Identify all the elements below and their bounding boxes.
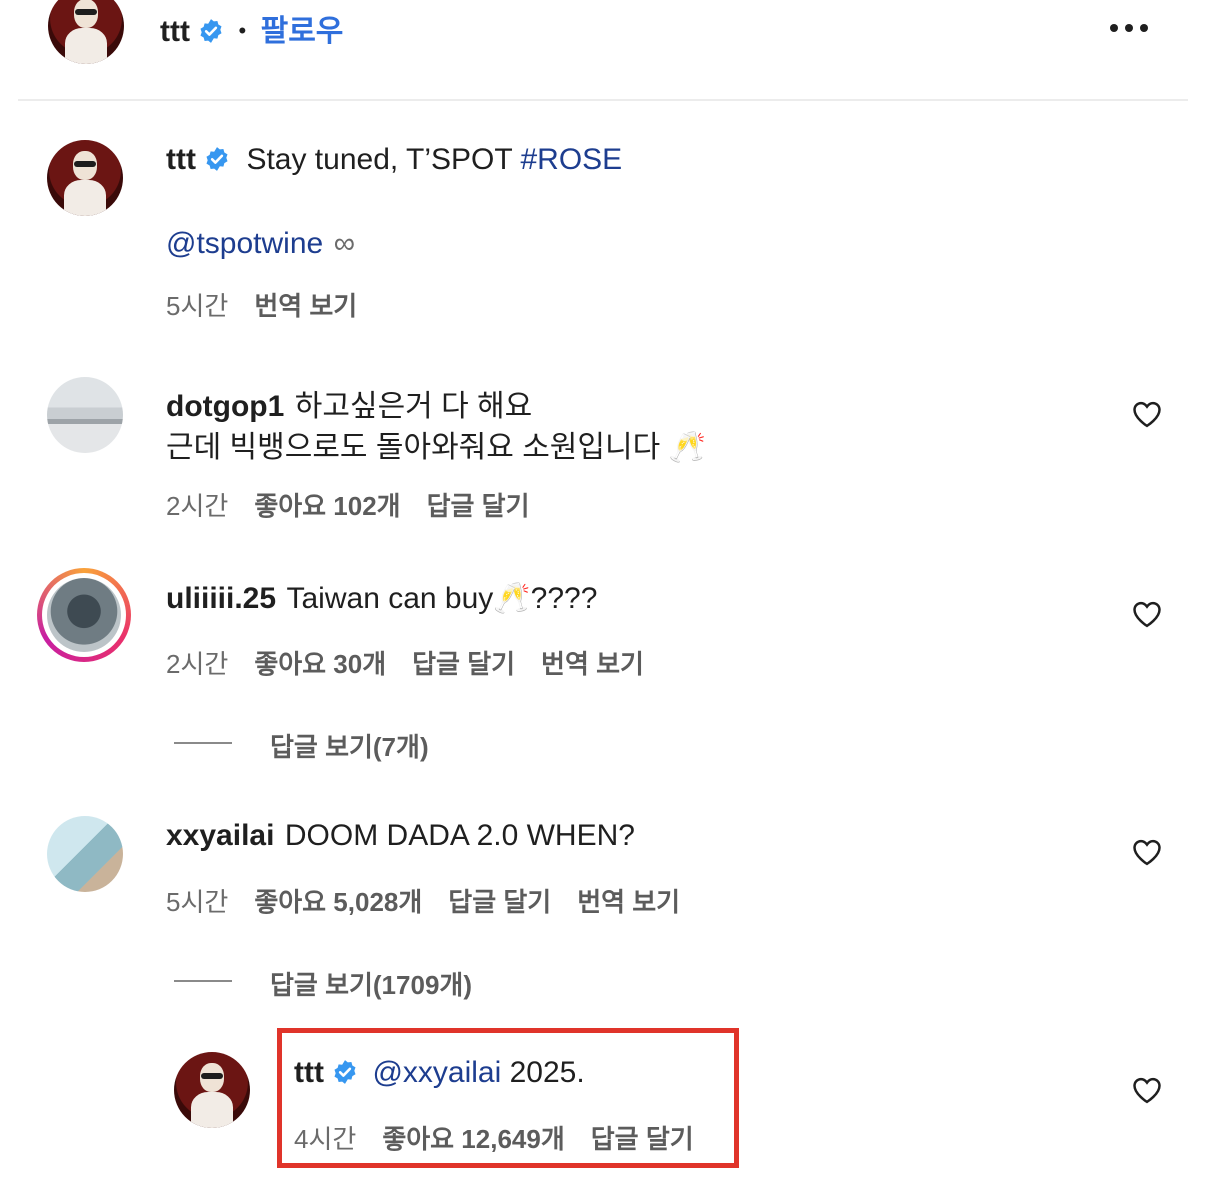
- comment-username[interactable]: xxyailai: [166, 819, 274, 852]
- header-username[interactable]: ttt: [160, 15, 190, 48]
- reply-likes[interactable]: 좋아요 12,649개: [382, 1124, 564, 1154]
- heart-icon[interactable]: [1132, 600, 1162, 628]
- comment-text: DOOM DADA 2.0 WHEN?: [284, 819, 635, 852]
- comment-username[interactable]: dotgop1: [166, 390, 284, 423]
- comment-meta: 2시간 좋아요 30개 답글 달기 번역 보기: [166, 644, 644, 681]
- comment-reply-button[interactable]: 답글 달기: [427, 491, 530, 521]
- caption-line: ttt Stay tuned, T’SPOT #ROSE: [166, 143, 622, 177]
- comment-username[interactable]: uliiiii.25: [166, 582, 276, 615]
- more-options-icon[interactable]: [1108, 14, 1152, 38]
- comment-reply-button[interactable]: 답글 달기: [412, 649, 515, 679]
- heart-icon[interactable]: [1132, 838, 1162, 866]
- reply-username[interactable]: ttt: [294, 1056, 324, 1089]
- caption-time: 5시간: [166, 291, 229, 321]
- caption-username[interactable]: ttt: [166, 143, 196, 176]
- header-username-row: ttt • 팔로우: [160, 6, 343, 50]
- comment-line2: 근데 빅뱅으로도 돌아와줘요 소원입니다 🥂: [166, 431, 706, 464]
- comment-avatar-uliiiii[interactable]: [47, 578, 121, 652]
- view-replies-button[interactable]: 답글 보기(1709개): [270, 965, 472, 1002]
- comment-line1: uliiiii.25 Taiwan can buy🥂????: [166, 581, 597, 616]
- comment-avatar-xxyailai[interactable]: [47, 816, 123, 892]
- comment-translate-button[interactable]: 번역 보기: [541, 649, 644, 679]
- verified-badge-icon: [200, 19, 222, 43]
- comment-text: 하고싶은거 다 해요: [294, 390, 533, 423]
- comment-line1: dotgop1 하고싶은거 다 해요: [166, 381, 532, 425]
- comment-likes[interactable]: 좋아요 30개: [254, 649, 386, 679]
- reply-mention[interactable]: @xxyailai: [372, 1056, 501, 1089]
- verified-badge-icon: [334, 1060, 356, 1084]
- header-avatar[interactable]: [48, 0, 124, 64]
- reply-avatar[interactable]: [174, 1052, 250, 1128]
- verified-badge-icon: [206, 147, 228, 171]
- comment-likes[interactable]: 좋아요 5,028개: [254, 887, 422, 917]
- heart-icon[interactable]: [1132, 1076, 1162, 1104]
- header-dot: •: [238, 18, 247, 43]
- caption-mention[interactable]: @tspotwine: [166, 227, 323, 260]
- comment-time: 2시간: [166, 491, 229, 521]
- reply-meta: 4시간 좋아요 12,649개 답글 달기: [294, 1119, 694, 1156]
- comment-meta: 5시간 좋아요 5,028개 답글 달기 번역 보기: [166, 882, 680, 919]
- view-replies-label[interactable]: 답글 보기(7개): [270, 732, 429, 762]
- comment-line1: xxyailai DOOM DADA 2.0 WHEN?: [166, 819, 635, 853]
- view-replies-line: [174, 742, 232, 744]
- header-divider: [18, 99, 1188, 101]
- caption-hashtag[interactable]: #ROSE: [520, 143, 622, 176]
- comment-text: Taiwan can buy🥂????: [286, 582, 598, 615]
- comment-time: 2시간: [166, 649, 229, 679]
- comment-avatar-dotgop1[interactable]: [47, 377, 123, 453]
- reply-line1: ttt @xxyailai 2025.: [294, 1056, 585, 1090]
- caption-meta: 5시간 번역 보기: [166, 286, 357, 323]
- comment-translate-button[interactable]: 번역 보기: [577, 887, 680, 917]
- comment-time: 5시간: [166, 887, 229, 917]
- heart-icon[interactable]: [1132, 400, 1162, 428]
- reply-text: 2025.: [501, 1056, 585, 1089]
- caption-translate-button[interactable]: 번역 보기: [254, 291, 357, 321]
- comment-likes[interactable]: 좋아요 102개: [254, 491, 400, 521]
- comment-reply-button[interactable]: 답글 달기: [448, 887, 551, 917]
- view-replies-label[interactable]: 답글 보기(1709개): [270, 970, 472, 1000]
- comment-meta: 2시간 좋아요 102개 답글 달기: [166, 486, 530, 523]
- view-replies-line: [174, 980, 232, 982]
- caption-mention-line: @tspotwine ∞: [166, 227, 355, 261]
- follow-button[interactable]: 팔로우: [261, 15, 344, 48]
- reply-reply-button[interactable]: 답글 달기: [591, 1124, 694, 1154]
- infinity-symbol: ∞: [333, 227, 356, 260]
- caption-text: Stay tuned, T’SPOT: [246, 143, 521, 176]
- view-replies-button[interactable]: 답글 보기(7개): [270, 727, 429, 764]
- caption-avatar[interactable]: [47, 140, 123, 216]
- reply-time: 4시간: [294, 1124, 357, 1154]
